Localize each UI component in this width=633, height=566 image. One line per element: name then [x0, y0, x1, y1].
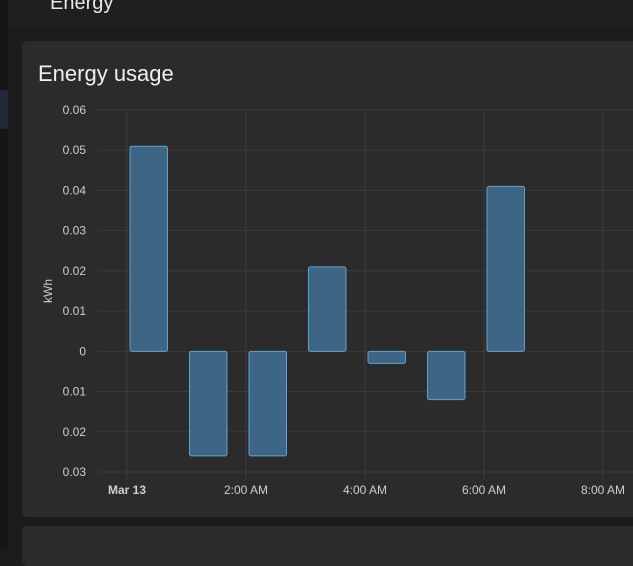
bar	[486, 185, 525, 352]
energy-usage-chart: 0.06 0.05 0.04 0.03 0.02 0.01 0 0.01 0.02 0.03 Mar…	[41, 103, 633, 497]
bar	[248, 350, 287, 457]
y-tick-label: 0.01	[63, 385, 87, 399]
y-tick-label: 0.05	[63, 143, 87, 157]
sidebar-active-indicator[interactable]	[0, 90, 8, 129]
y-tick-label: 0.04	[63, 183, 87, 197]
bar	[129, 145, 168, 352]
bar	[367, 350, 406, 364]
bar	[427, 350, 466, 401]
x-tick-label: 2:00 AM	[224, 483, 268, 497]
sidebar-rail	[0, 0, 8, 549]
y-tick-label: 0.02	[63, 264, 87, 278]
y-tick-label: 0.03	[63, 224, 87, 238]
y-tick-label: 0	[79, 344, 86, 358]
next-card	[22, 526, 633, 566]
y-tick-label: 0.02	[63, 425, 87, 439]
y-tick-label: 0.01	[63, 304, 87, 318]
y-axis-label: kWh	[41, 279, 55, 303]
page-title: Energy	[50, 0, 114, 14]
energy-usage-card: Energy usage 0.06 0.05 0.04 0.03 0.02 0.01 0 0.…	[22, 41, 633, 517]
bar	[189, 350, 228, 457]
x-tick-label: 4:00 AM	[343, 483, 387, 497]
x-tick-label: Mar 13	[108, 483, 146, 497]
bar	[308, 266, 347, 352]
x-tick-label: 6:00 AM	[462, 483, 506, 497]
top-app-bar: Energy	[0, 0, 633, 26]
y-tick-label: 0.03	[63, 465, 87, 479]
y-tick-label: 0.06	[63, 103, 87, 117]
x-tick-label: 8:00 AM	[581, 483, 625, 497]
